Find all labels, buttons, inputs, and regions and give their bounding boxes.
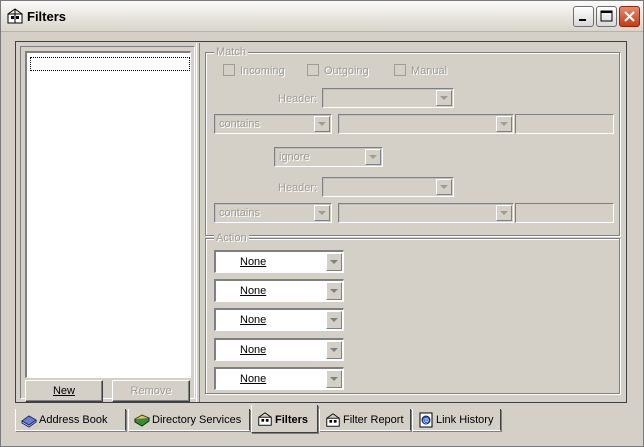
tab-address-book[interactable]: Address Book	[15, 409, 126, 431]
tab-label: Filter Report	[343, 414, 404, 426]
action-combo-3[interactable]: None	[214, 308, 344, 331]
action-legend: Action	[214, 232, 249, 244]
action-value-2: None	[240, 285, 267, 297]
chevron-down-icon[interactable]	[326, 370, 342, 388]
svg-text:@: @	[423, 418, 429, 425]
header1-label: Header:	[278, 93, 318, 105]
condition2-value: contains	[219, 207, 260, 219]
window-title: Filters	[27, 9, 67, 24]
chevron-down-icon[interactable]	[314, 116, 330, 132]
action-group: Action None None None None None	[205, 232, 620, 394]
new-button[interactable]: New	[25, 380, 103, 402]
tab-label: Filters	[275, 414, 309, 426]
action-value-1: None	[240, 256, 267, 268]
action-value-3: None	[240, 314, 267, 326]
list-item[interactable]	[30, 57, 190, 71]
action-combo-4[interactable]: None	[214, 338, 344, 361]
tab-bar: Address Book Directory Services Filters …	[15, 403, 627, 433]
chevron-down-icon[interactable]	[326, 282, 342, 300]
condition1-value: contains	[219, 118, 260, 130]
field1-combo[interactable]	[338, 114, 514, 134]
filters-icon	[6, 7, 24, 25]
condition2-combo[interactable]: contains	[214, 203, 332, 223]
tab-label: Address Book	[39, 414, 108, 426]
action-combo-2[interactable]: None	[214, 279, 344, 302]
chevron-down-icon[interactable]	[436, 90, 452, 106]
outgoing-label: Outgoing	[324, 65, 369, 77]
filters-icon	[257, 411, 273, 427]
tab-link-history[interactable]: @ Link History	[412, 409, 501, 431]
filter-list[interactable]	[25, 51, 191, 378]
chevron-down-icon[interactable]	[436, 179, 452, 195]
field2-combo[interactable]	[338, 203, 514, 223]
logic-value: ignore	[279, 151, 310, 163]
chevron-down-icon[interactable]	[326, 311, 342, 329]
tab-label: Directory Services	[152, 414, 242, 426]
manual-label: Manual	[411, 65, 448, 77]
chevron-down-icon[interactable]	[314, 205, 330, 221]
action-combo-1[interactable]: None	[214, 250, 344, 273]
remove-button-label: Remove	[130, 385, 172, 397]
pane-splitter[interactable]	[196, 43, 200, 402]
title-bar[interactable]: Filters	[1, 1, 643, 32]
tab-label: Link History	[436, 414, 494, 426]
directory-services-icon	[133, 412, 151, 428]
incoming-label: Incoming	[240, 65, 285, 77]
tab-filters[interactable]: Filters	[251, 405, 318, 433]
manual-checkbox[interactable]	[394, 64, 406, 76]
header2-label: Header:	[278, 182, 318, 194]
logic-combo[interactable]: ignore	[274, 147, 383, 167]
text2-input[interactable]	[515, 203, 614, 223]
chevron-down-icon[interactable]	[496, 116, 512, 132]
link-history-icon: @	[418, 412, 434, 428]
filter-report-icon	[325, 412, 341, 428]
outgoing-checkbox[interactable]	[307, 64, 319, 76]
action-combo-5[interactable]: None	[214, 367, 344, 390]
incoming-checkbox[interactable]	[223, 64, 235, 76]
chevron-down-icon[interactable]	[365, 149, 381, 165]
match-group: Match Incoming Outgoing Manual Header: c…	[205, 46, 620, 236]
chevron-down-icon[interactable]	[326, 341, 342, 359]
close-button[interactable]	[619, 6, 640, 27]
filters-window: Filters New Remove Match Incoming Outgoi…	[0, 0, 644, 447]
action-value-4: None	[240, 344, 267, 356]
chevron-down-icon[interactable]	[496, 205, 512, 221]
match-legend: Match	[214, 46, 248, 58]
header2-combo[interactable]	[322, 177, 454, 197]
maximize-button[interactable]	[596, 6, 617, 27]
filters-panel: New Remove Match Incoming Outgoing Manua…	[15, 41, 627, 403]
header1-combo[interactable]	[322, 88, 454, 108]
tab-directory-services[interactable]: Directory Services	[128, 409, 250, 431]
minimize-button[interactable]	[573, 6, 594, 27]
new-button-label: New	[52, 385, 75, 397]
condition1-combo[interactable]: contains	[214, 114, 332, 134]
address-book-icon	[21, 412, 37, 428]
filter-list-pane: New Remove	[20, 46, 195, 402]
remove-button[interactable]: Remove	[112, 380, 190, 402]
chevron-down-icon[interactable]	[326, 253, 342, 271]
text1-input[interactable]	[515, 114, 614, 134]
tab-filter-report[interactable]: Filter Report	[319, 409, 411, 431]
action-value-5: None	[240, 373, 267, 385]
